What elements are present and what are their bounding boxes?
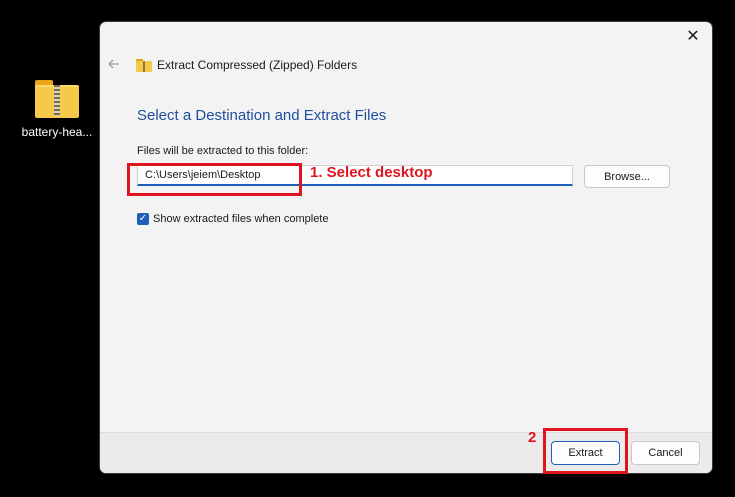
zipped-folder-icon [136,59,152,72]
checkbox-checked-icon[interactable]: ✓ [137,213,149,225]
annotation-box-extract [543,428,628,474]
dialog-title: Extract Compressed (Zipped) Folders [157,58,358,72]
destination-label: Files will be extracted to this folder: [137,145,309,157]
back-arrow-icon[interactable] [106,56,122,72]
annotation-step2-text: 2 [528,429,537,446]
desktop-file-item[interactable]: battery-hea... [18,76,96,139]
zipped-folder-icon [35,80,79,118]
cancel-button[interactable]: Cancel [631,441,700,465]
browse-button[interactable]: Browse... [584,165,670,188]
annotation-box-path [127,163,302,196]
desktop-file-label: battery-hea... [21,125,93,139]
page-heading: Select a Destination and Extract Files [137,107,387,124]
annotation-step1-text: 1. Select desktop [310,164,433,181]
extract-dialog: ✕ Extract Compressed (Zipped) Folders Se… [99,21,713,474]
show-files-label: Show extracted files when complete [153,213,329,225]
close-icon[interactable]: ✕ [682,26,704,48]
